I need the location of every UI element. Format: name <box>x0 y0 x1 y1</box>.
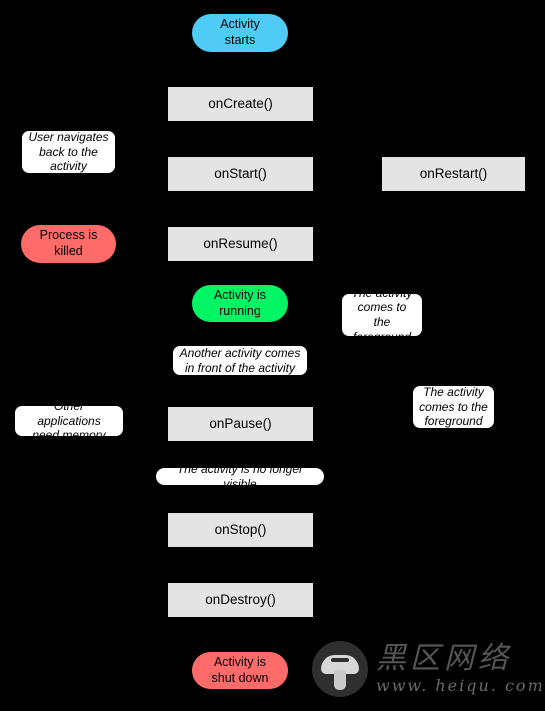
method-on-pause: onPause() <box>168 407 313 441</box>
watermark: 黑区网络 www. heiqu. com <box>312 641 545 697</box>
note-another-activity-in-front: Another activity comes in front of the a… <box>172 345 308 376</box>
watermark-url: www. heiqu. com <box>376 676 545 695</box>
watermark-text: 黑区网络 www. heiqu. com <box>376 644 545 694</box>
state-activity-shut-down: Activity is shut down <box>192 652 288 689</box>
state-activity-running: Activity is running <box>192 285 288 322</box>
state-activity-starts: Activity starts <box>192 14 288 52</box>
method-on-destroy: onDestroy() <box>168 583 313 617</box>
activity-lifecycle-diagram: Activity starts onCreate() User navigate… <box>0 0 545 711</box>
method-on-restart: onRestart() <box>382 157 525 191</box>
method-on-resume: onResume() <box>168 227 313 261</box>
state-process-killed: Process is killed <box>21 225 116 263</box>
method-on-start: onStart() <box>168 157 313 191</box>
method-on-create: onCreate() <box>168 87 313 121</box>
method-on-stop: onStop() <box>168 513 313 547</box>
watermark-brand: 黑区网络 <box>376 641 512 676</box>
note-foreground-upper: The activity comes to the foreground <box>341 286 423 344</box>
note-other-applications-need-memory: Other applications need memory <box>14 399 124 442</box>
note-user-navigates-back: User navigates back to the activity <box>21 130 116 174</box>
note-no-longer-visible: The activity is no longer visible <box>155 462 325 491</box>
mushroom-icon <box>312 641 368 697</box>
note-foreground-lower: The activity comes to the foreground <box>412 385 495 429</box>
